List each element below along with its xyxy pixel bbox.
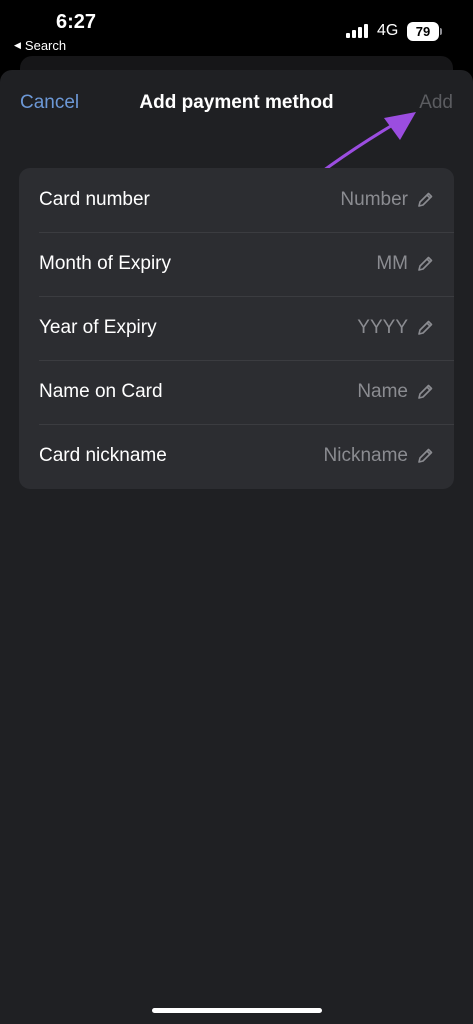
payment-sheet: Add payment method Cancel Add Card numbe… (0, 70, 473, 1024)
screen: 6:27 ◀ Search 4G 79 Add payment method C… (0, 0, 473, 1024)
status-bar: 6:27 ◀ Search 4G 79 (0, 0, 473, 58)
card-number-label: Card number (39, 189, 150, 210)
card-nickname-label: Card nickname (39, 445, 167, 466)
name-on-card-row[interactable]: Name on Card Name (19, 360, 454, 424)
card-details-form: Card number Number Month of Expiry MM Ye… (19, 168, 454, 489)
pencil-icon[interactable] (416, 383, 434, 401)
card-nickname-input[interactable]: Nickname (324, 445, 408, 467)
month-of-expiry-label: Month of Expiry (39, 253, 171, 274)
name-on-card-input[interactable]: Name (357, 381, 408, 403)
back-triangle-icon: ◀ (14, 40, 21, 50)
card-number-input[interactable]: Number (340, 189, 408, 211)
year-of-expiry-row[interactable]: Year of Expiry YYYY (19, 296, 454, 360)
year-of-expiry-input[interactable]: YYYY (357, 317, 408, 339)
cancel-button[interactable]: Cancel (20, 92, 79, 114)
battery-icon: 79 (407, 22, 439, 41)
back-to-search-link[interactable]: ◀ Search (14, 38, 66, 53)
pencil-icon[interactable] (416, 447, 434, 465)
card-number-row[interactable]: Card number Number (19, 168, 454, 232)
name-on-card-label: Name on Card (39, 381, 163, 402)
pencil-icon[interactable] (416, 191, 434, 209)
month-of-expiry-input[interactable]: MM (376, 253, 408, 275)
back-to-search-label: Search (24, 38, 67, 53)
pencil-icon[interactable] (416, 255, 434, 273)
month-of-expiry-row[interactable]: Month of Expiry MM (19, 232, 454, 296)
pencil-icon[interactable] (416, 319, 434, 337)
year-of-expiry-label: Year of Expiry (39, 317, 157, 338)
status-time: 6:27 (56, 11, 97, 33)
network-type: 4G (377, 22, 399, 39)
signal-strength-icon (346, 24, 368, 38)
battery-nub (440, 28, 442, 35)
card-nickname-row[interactable]: Card nickname Nickname (19, 424, 454, 488)
home-indicator[interactable] (152, 1008, 322, 1013)
